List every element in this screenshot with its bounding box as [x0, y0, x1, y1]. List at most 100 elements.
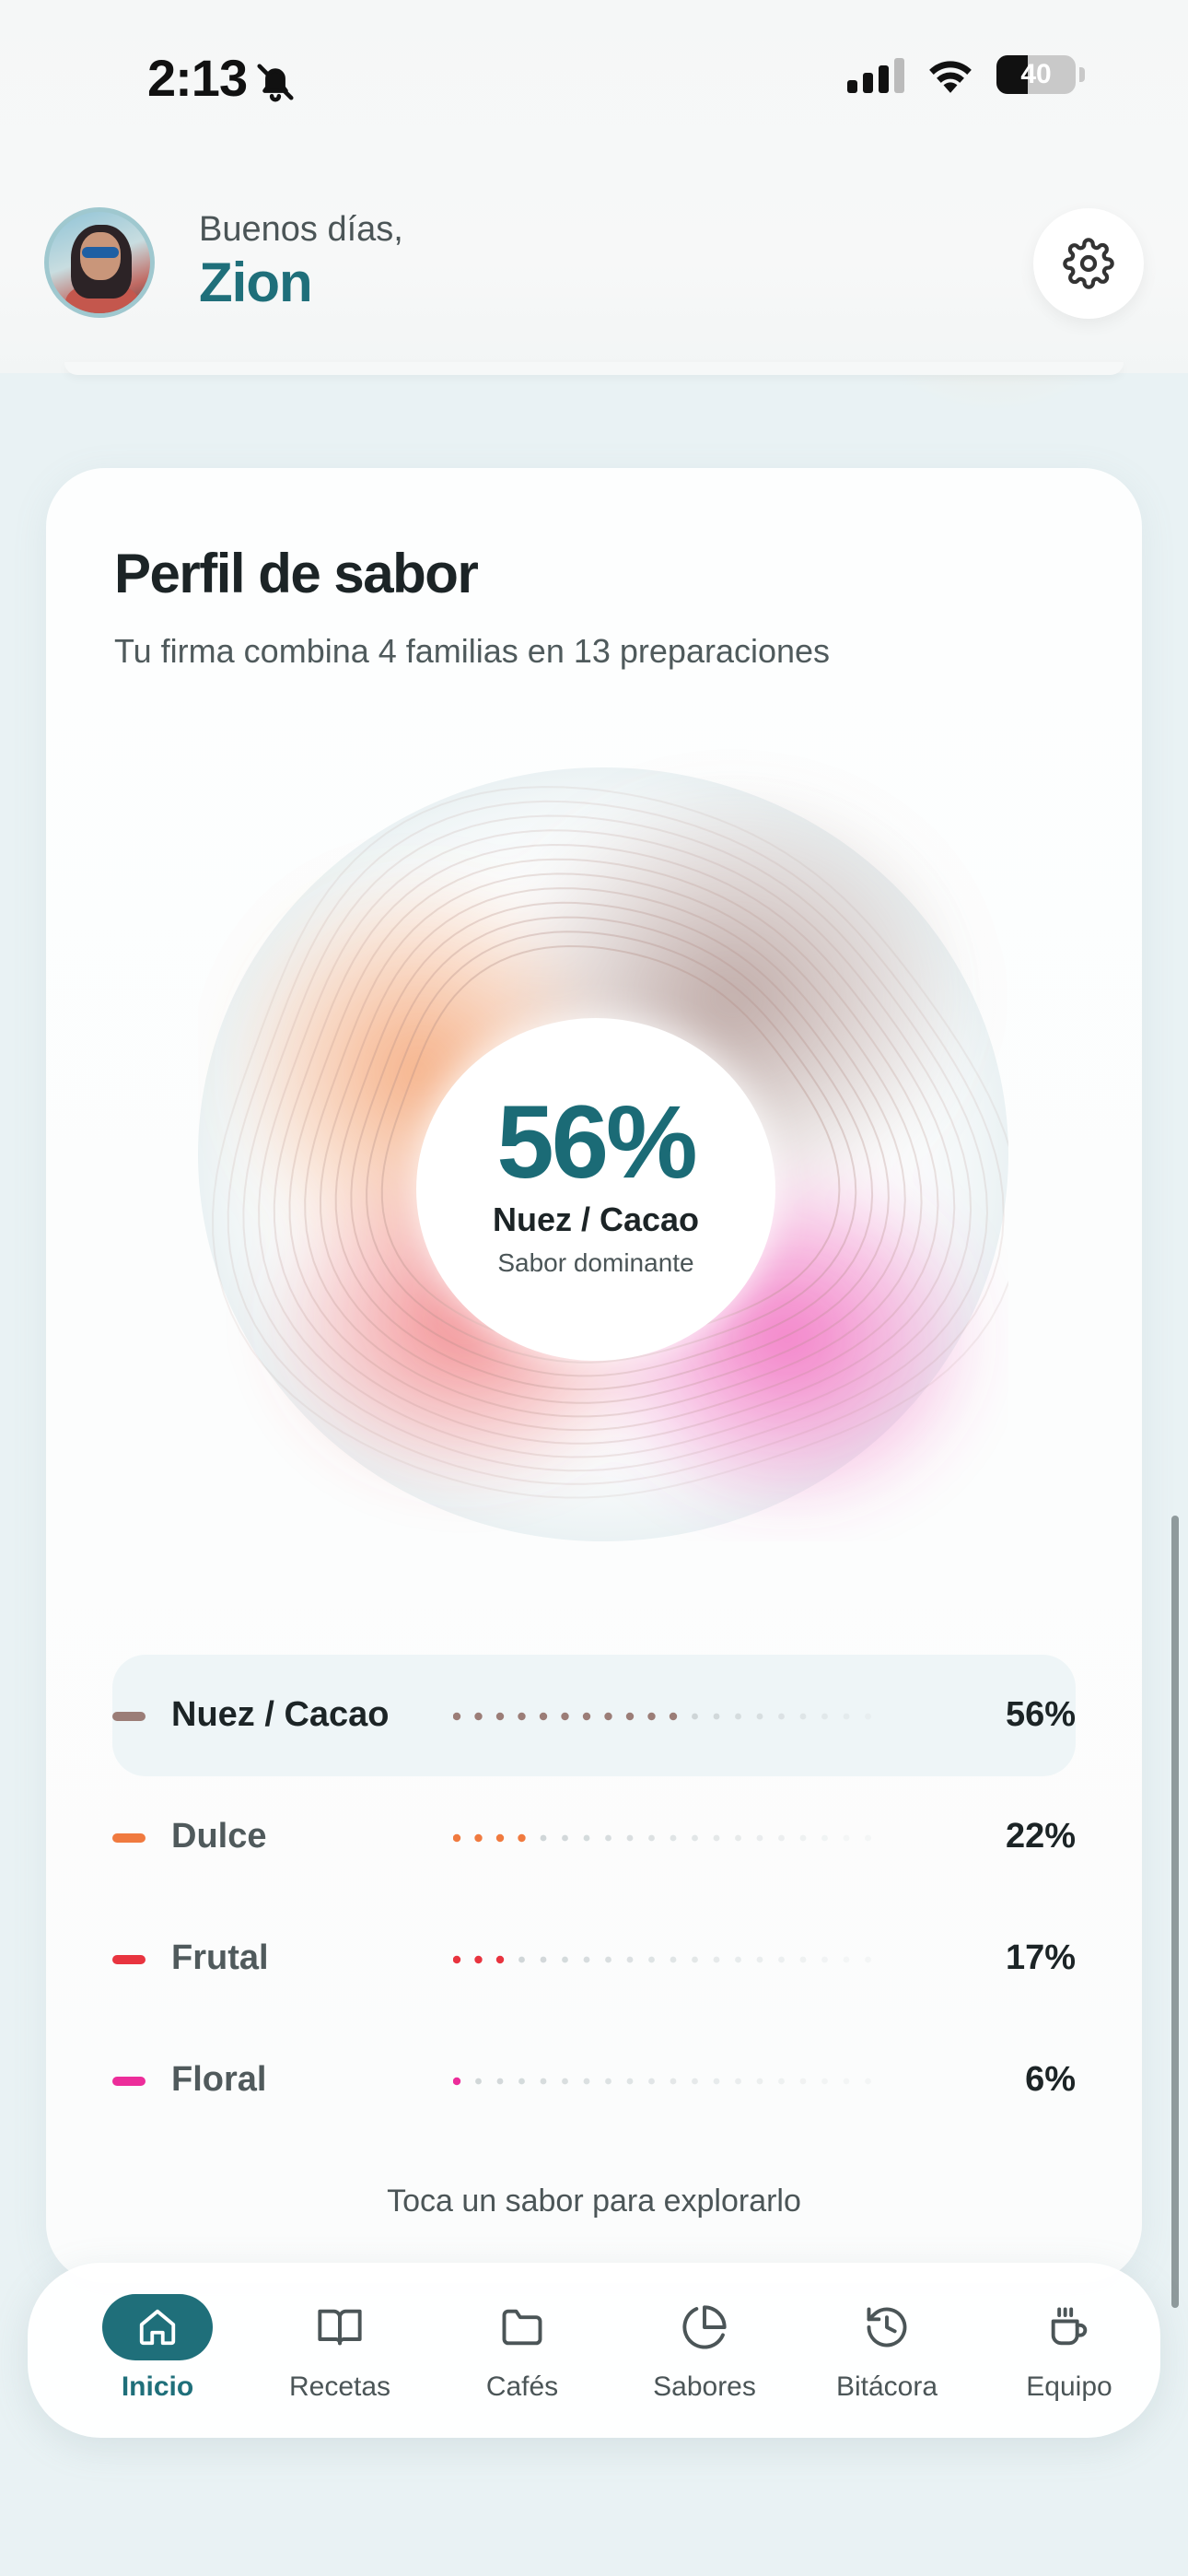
dominant-flavor-center[interactable]: 56% Nuez / Cacao Sabor dominante: [416, 1018, 775, 1361]
progress-dot-empty: [692, 2078, 698, 2085]
progress-dot-filled: [561, 1712, 569, 1721]
progress-dot-filled: [495, 1712, 505, 1721]
progress-dot-empty: [756, 1834, 763, 1842]
header: 2:13 40 Buenos días, Zion: [0, 0, 1188, 375]
user-name: Zion: [199, 252, 313, 313]
legend-label: Dulce: [171, 1817, 267, 1856]
legend-dot-track: [453, 1955, 871, 1964]
progress-dot-empty: [583, 1834, 590, 1842]
progress-dot-empty: [713, 1956, 720, 1963]
legend-row-nuez-cacao[interactable]: Nuez / Cacao 56%: [112, 1655, 1076, 1776]
progress-dot-empty: [648, 1956, 655, 1963]
tab-inicio[interactable]: Inicio: [66, 2263, 249, 2438]
wifi-icon: [929, 61, 972, 93]
legend-row-floral[interactable]: Floral 6%: [112, 2020, 1076, 2141]
home-icon: [139, 2309, 176, 2346]
tab-label: Recetas: [288, 2371, 391, 2402]
progress-dot-empty: [583, 1956, 590, 1963]
tab-label: Cafés: [485, 2371, 559, 2402]
progress-dot-empty: [865, 1834, 871, 1842]
dominant-label: Nuez / Cacao: [492, 1200, 700, 1238]
tab-label: Bitácora: [835, 2371, 938, 2402]
status-time: 2:13: [147, 49, 248, 107]
progress-dot-empty: [605, 1956, 611, 1963]
legend-percent: 17%: [1005, 1938, 1076, 1977]
progress-dot-filled: [453, 2077, 461, 2086]
legend-row-frutal[interactable]: Frutal 17%: [112, 1898, 1076, 2020]
dominant-percent: 56%: [496, 1084, 697, 1200]
flavor-profile-card: Perfil de sabor Tu firma combina 4 famil…: [46, 468, 1142, 2283]
scrollbar[interactable]: [1171, 1516, 1179, 2308]
legend-percent: 22%: [1005, 1817, 1076, 1856]
progress-dot-empty: [756, 2078, 763, 2085]
tab-bitacora[interactable]: Bitácora: [796, 2263, 978, 2438]
progress-dot-empty: [518, 1956, 525, 1963]
progress-dot-empty: [626, 1956, 634, 1963]
history-icon: [867, 2307, 907, 2348]
progress-dot-empty: [648, 1834, 655, 1842]
status-bar: 2:13 40: [0, 0, 1188, 157]
progress-dot-filled: [625, 1712, 635, 1721]
battery-tip: [1079, 67, 1085, 82]
legend-label: Frutal: [171, 1938, 269, 1977]
progress-dot-filled: [669, 1712, 678, 1721]
progress-dot-empty: [799, 1713, 807, 1720]
avatar[interactable]: [44, 207, 155, 318]
battery-icon: 40: [996, 55, 1076, 94]
progress-dot-filled: [453, 1955, 461, 1964]
progress-dot-empty: [865, 2078, 871, 2085]
progress-dot-filled: [474, 1712, 483, 1721]
progress-dot-empty: [605, 2078, 611, 2085]
progress-dot-empty: [692, 1834, 698, 1842]
progress-dot-filled: [453, 1833, 461, 1843]
gear-icon: [1063, 238, 1114, 289]
progress-dot-empty: [626, 1834, 634, 1842]
tab-cafes[interactable]: Cafés: [431, 2263, 613, 2438]
legend-label: Nuez / Cacao: [171, 1695, 390, 1734]
progress-dot-empty: [843, 1956, 850, 1963]
progress-dot-empty: [799, 2078, 807, 2085]
legend-swatch: [112, 1712, 146, 1721]
progress-dot-empty: [626, 2078, 634, 2085]
progress-dot-empty: [821, 1713, 828, 1720]
card-title: Perfil de sabor: [114, 543, 479, 604]
tab-label: Inicio: [121, 2371, 194, 2402]
progress-dot-empty: [713, 1834, 720, 1842]
coffee-cup-icon: [1051, 2307, 1088, 2346]
tab-sabores[interactable]: Sabores: [613, 2263, 796, 2438]
progress-dot-empty: [518, 2078, 525, 2085]
legend-row-dulce[interactable]: Dulce 22%: [112, 1776, 1076, 1898]
progress-dot-empty: [562, 1956, 568, 1963]
signal-icon: [847, 56, 904, 93]
tab-recetas[interactable]: Recetas: [249, 2263, 431, 2438]
progress-dot-filled: [582, 1712, 591, 1721]
progress-dot-filled: [647, 1712, 656, 1721]
settings-button[interactable]: [1033, 208, 1144, 319]
progress-dot-filled: [518, 1833, 526, 1843]
tab-equipo[interactable]: Equipo: [978, 2263, 1160, 2438]
progress-dot-empty: [865, 1713, 871, 1720]
status-icons: 40: [847, 55, 1085, 94]
flavor-legend: Nuez / Cacao 56% Dulce 22% Frutal 17% Fl…: [112, 1655, 1076, 2141]
progress-dot-empty: [648, 2078, 655, 2085]
legend-swatch: [112, 1833, 146, 1843]
progress-dot-empty: [735, 2078, 741, 2085]
tab-label: Sabores: [653, 2371, 756, 2402]
progress-dot-empty: [821, 2078, 828, 2085]
progress-dot-empty: [821, 1956, 828, 1963]
progress-dot-filled: [453, 1712, 461, 1721]
dominant-sublabel: Sabor dominante: [497, 1248, 694, 1277]
progress-dot-empty: [692, 1713, 698, 1720]
legend-swatch: [112, 2077, 146, 2086]
progress-dot-filled: [518, 1712, 526, 1721]
progress-dot-empty: [735, 1713, 741, 1720]
explore-hint: Toca un sabor para explorarlo: [387, 2184, 801, 2219]
progress-dot-empty: [540, 1834, 547, 1842]
legend-percent: 56%: [1005, 1695, 1076, 1734]
progress-dot-empty: [670, 1834, 677, 1842]
pie-chart-icon: [682, 2305, 727, 2349]
progress-dot-filled: [604, 1712, 612, 1721]
progress-dot-empty: [843, 2078, 850, 2085]
progress-dot-empty: [821, 1834, 828, 1842]
legend-dot-track: [453, 1712, 871, 1721]
